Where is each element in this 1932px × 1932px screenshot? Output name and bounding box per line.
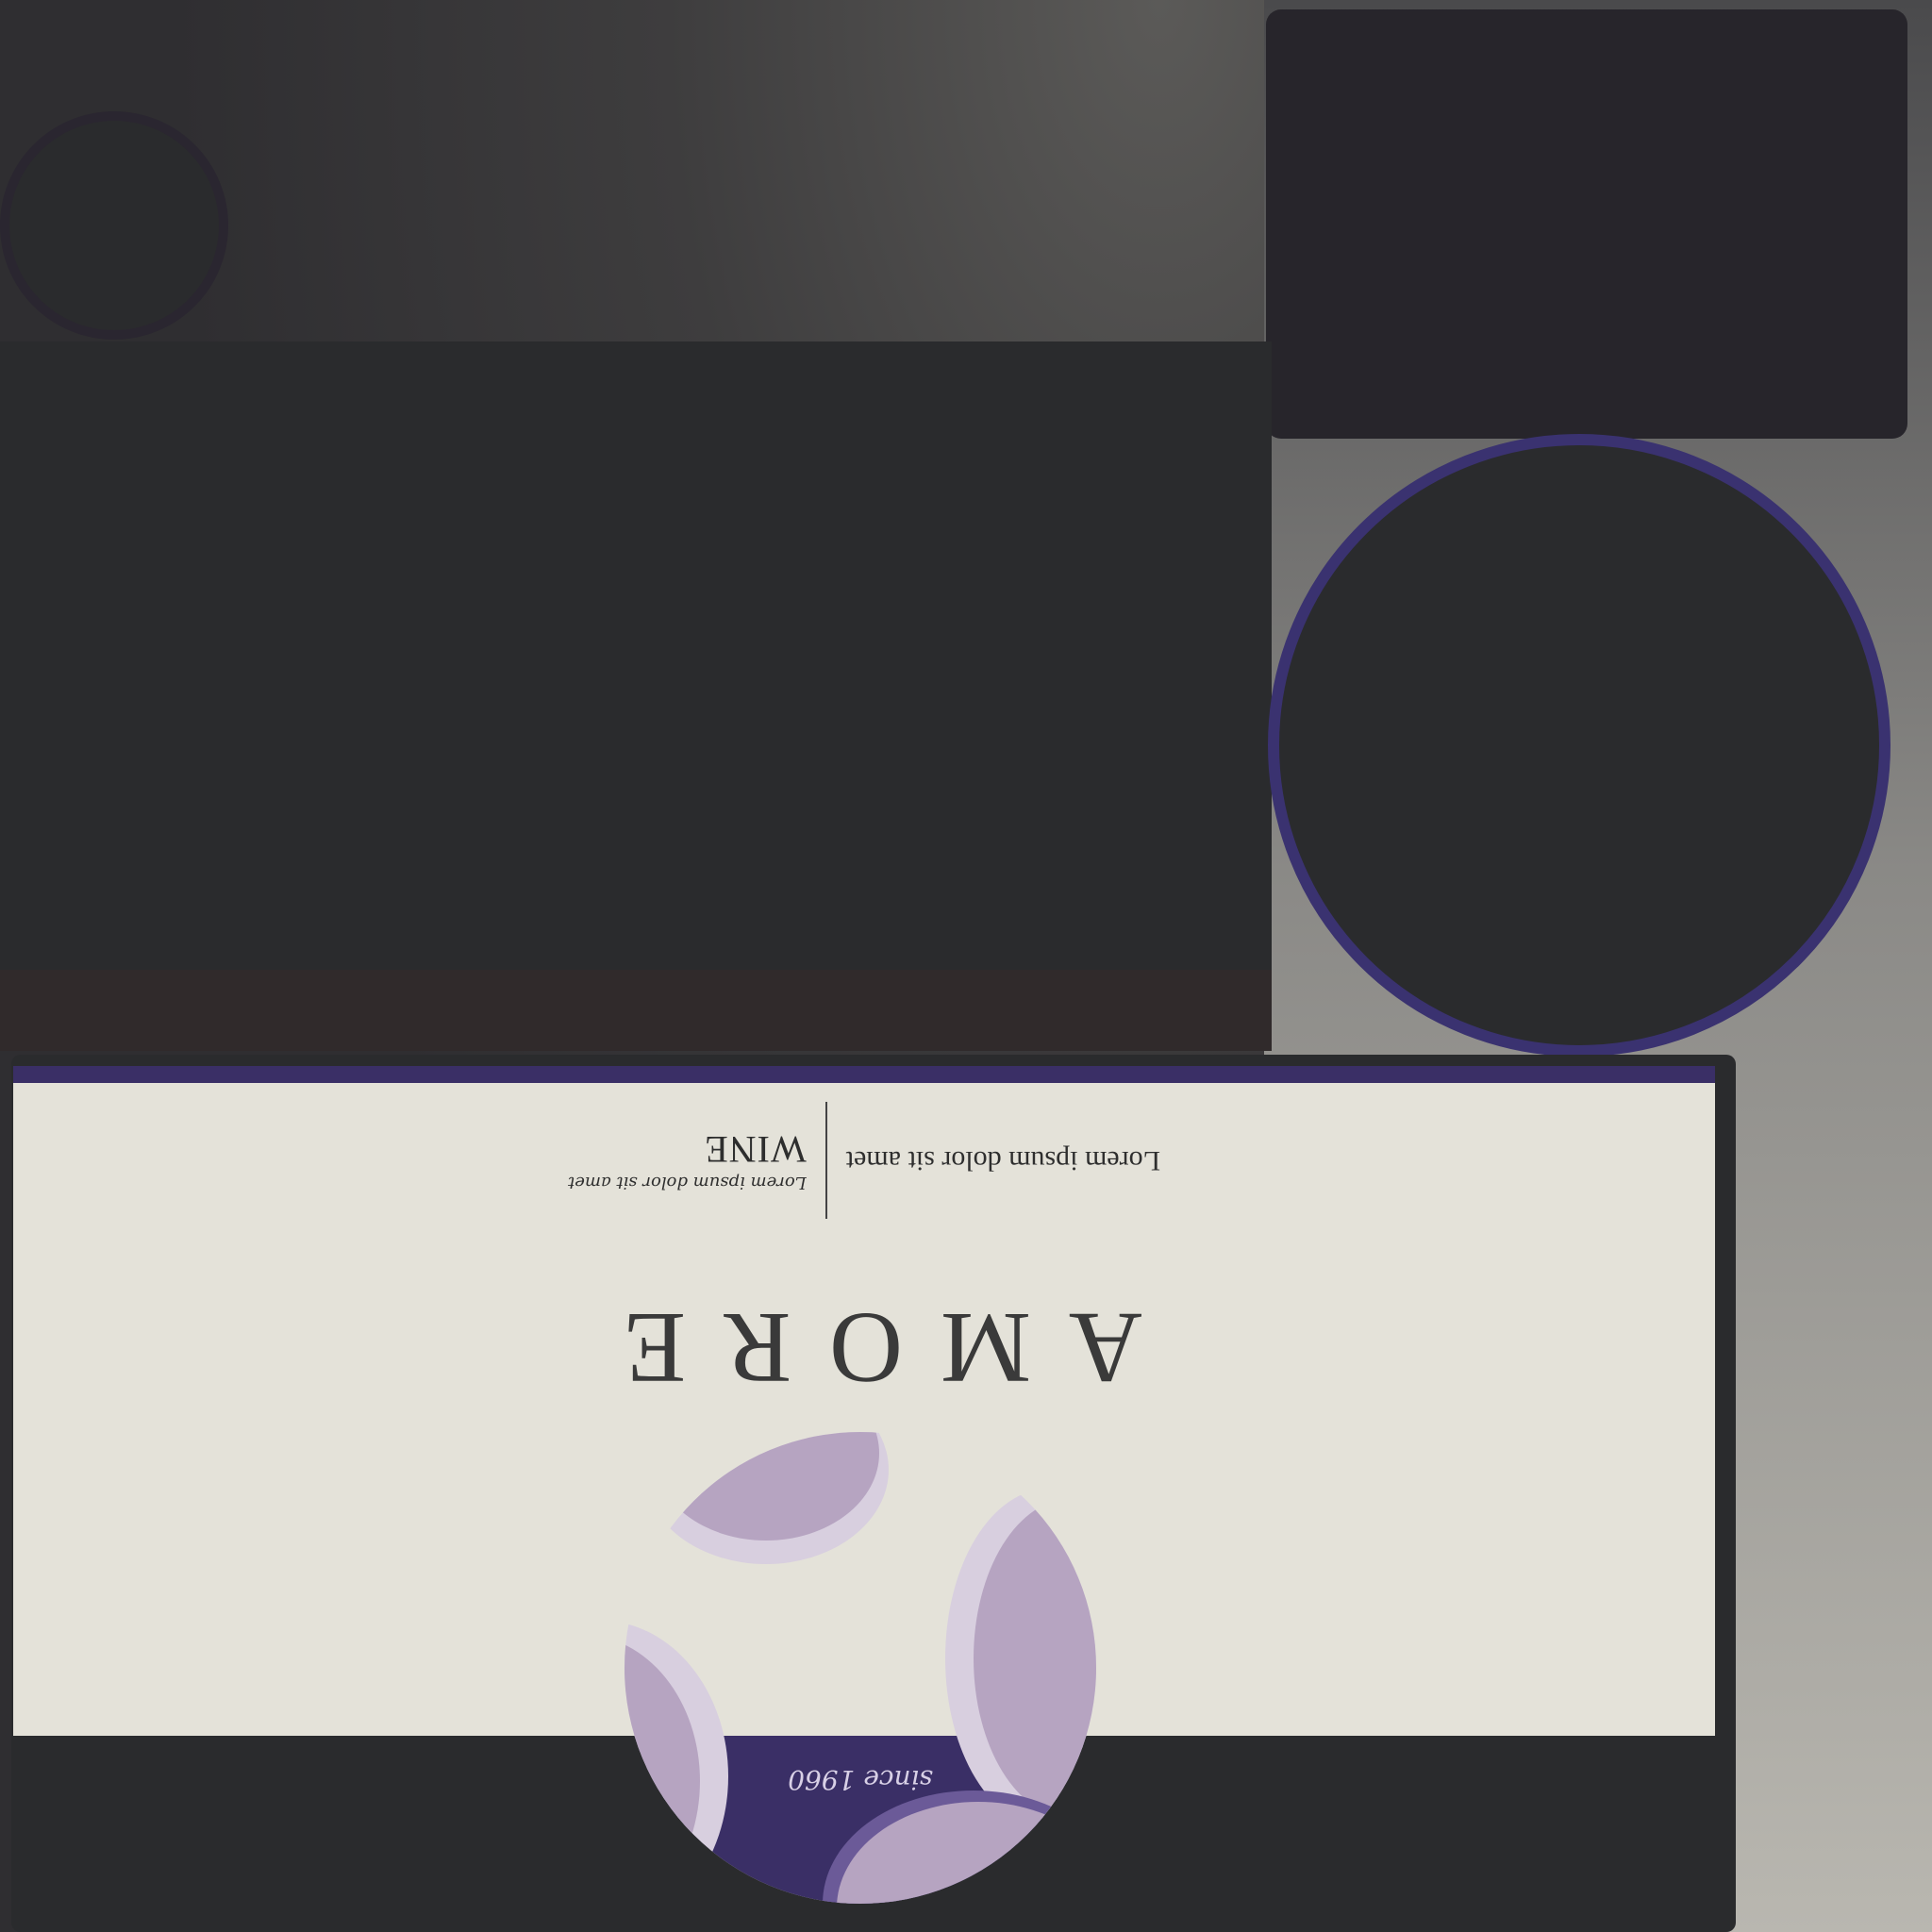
tagline-wine: WINE: [704, 1128, 807, 1172]
since-text: since 1960: [788, 1764, 933, 1795]
divider: [824, 1102, 827, 1219]
emblem: since 1960: [625, 1432, 1096, 1904]
dark-card: [1266, 9, 1907, 439]
tagline-text: Lorem ipsum dolor sit amet: [845, 1145, 1160, 1176]
cap-ring-circle: [1268, 434, 1890, 1057]
tagline-block: Lorem ipsum dolor sit amet WINE: [568, 1128, 825, 1193]
brand-title: AMORE: [585, 1291, 1143, 1404]
panel-strip: [0, 970, 1272, 1051]
tagline-script: Lorem ipsum dolor sit amet: [568, 1173, 807, 1193]
tagline-row: Lorem ipsum dolor sit amet Lorem ipsum d…: [13, 1094, 1715, 1226]
small-cap-circle: [0, 111, 228, 340]
dark-panel: [0, 341, 1272, 972]
